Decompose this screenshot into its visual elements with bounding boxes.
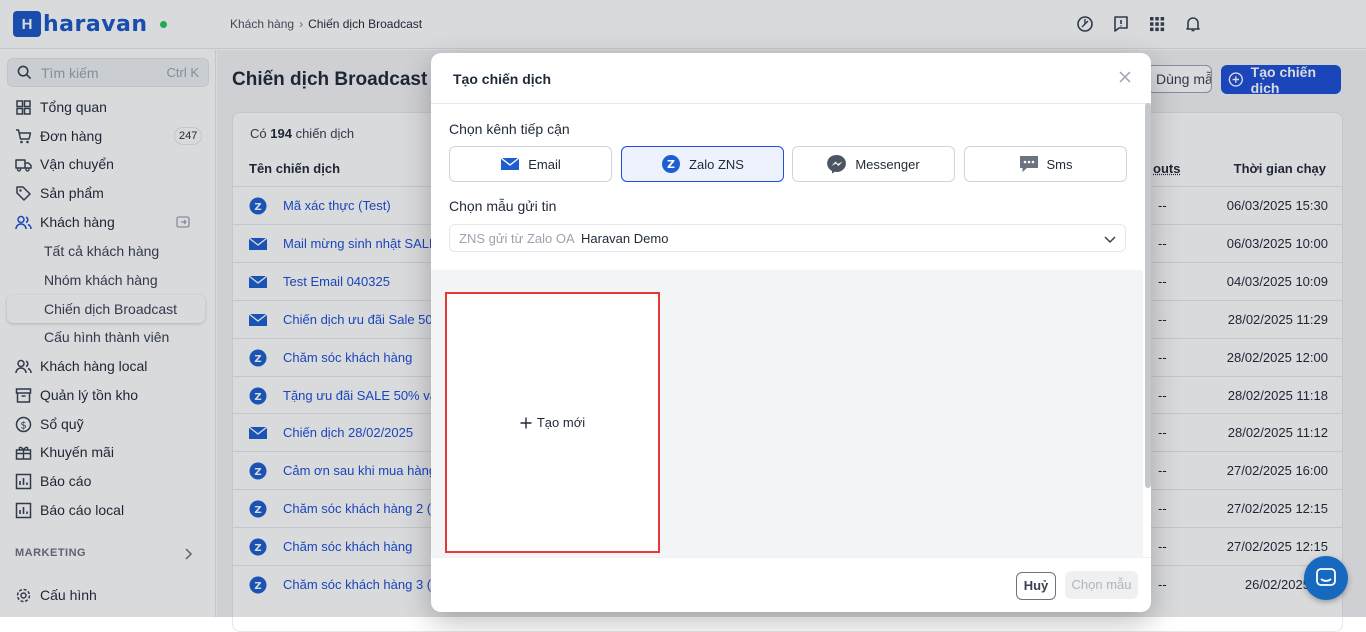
channel-messenger-label: Messenger <box>855 157 919 172</box>
modal-scrollbar[interactable] <box>1145 103 1151 488</box>
channel-email-button[interactable]: Email <box>449 146 612 182</box>
template-select[interactable]: ZNS gửi từ Zalo OA Haravan Demo <box>449 224 1126 252</box>
channel-sms-button[interactable]: Sms <box>964 146 1127 182</box>
template-select-value: Haravan Demo <box>581 231 668 246</box>
create-campaign-modal: Tạo chiến dịch Chọn kênh tiếp cận Email … <box>431 53 1151 612</box>
template-label: Chọn mẫu gửi tin <box>449 198 556 214</box>
chat-support-button[interactable] <box>1304 556 1348 600</box>
channel-zalo-label: Zalo ZNS <box>689 157 744 172</box>
channel-zalo-button[interactable]: Z Zalo ZNS <box>621 146 784 182</box>
close-icon[interactable] <box>1118 70 1132 84</box>
create-new-template-card[interactable]: Tạo mới <box>445 292 660 553</box>
messenger-icon <box>827 154 847 174</box>
svg-text:Z: Z <box>667 158 675 171</box>
modal-header-divider <box>431 103 1151 104</box>
create-new-label: Tạo mới <box>537 415 585 430</box>
channel-sms-label: Sms <box>1047 157 1073 172</box>
template-gallery: Tạo mới <box>431 270 1143 557</box>
modal-title: Tạo chiến dịch <box>453 71 551 87</box>
plus-icon <box>520 417 532 429</box>
channel-label: Chọn kênh tiếp cận <box>449 121 570 137</box>
sms-icon <box>1019 154 1039 174</box>
chevron-down-icon <box>1103 232 1117 246</box>
cancel-button[interactable]: Huỷ <box>1016 572 1056 600</box>
channel-messenger-button[interactable]: Messenger <box>792 146 955 182</box>
email-icon <box>500 154 520 174</box>
choose-template-button[interactable]: Chọn mẫu <box>1065 571 1138 599</box>
zalo-icon: Z <box>661 154 681 174</box>
chat-icon <box>1315 567 1337 589</box>
channel-email-label: Email <box>528 157 561 172</box>
modal-footer-divider <box>431 557 1151 558</box>
template-select-prefix: ZNS gửi từ Zalo OA <box>459 231 575 246</box>
